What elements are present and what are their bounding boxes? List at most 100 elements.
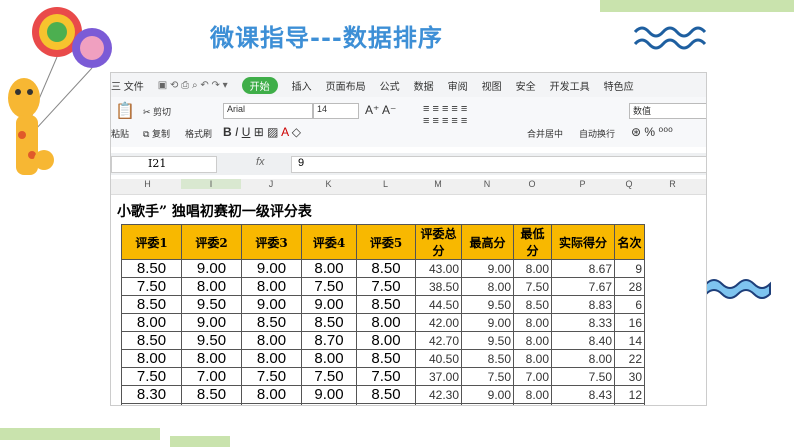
table-header-cell[interactable]: 实际得分 [551,224,615,260]
table-cell[interactable]: 9 [614,259,645,278]
paste-button[interactable]: 粘贴 [111,127,129,140]
table-cell[interactable]: 9.50 [461,331,514,350]
table-cell[interactable]: 8.00 [513,313,552,332]
table-cell[interactable]: 9.00 [241,295,302,314]
column-header[interactable]: L [356,179,415,189]
font-select[interactable]: Arial [223,103,313,119]
number-format-buttons[interactable]: ⊛ % ⁰⁰⁰ [631,125,673,139]
table-cell[interactable]: 7.50 [241,367,302,386]
table-cell[interactable]: 9.00 [461,385,514,404]
alignment-buttons[interactable]: ≡ ≡ ≡ ≡ ≡ ≡ ≡ ≡ ≡ ≡ [423,103,467,127]
name-box[interactable]: I21 [111,156,217,173]
tab-review[interactable]: 审阅 [448,78,468,93]
table-cell[interactable]: 8.50 [121,331,182,350]
table-cell[interactable]: 8.00 [241,331,302,350]
table-cell[interactable]: 8.50 [121,259,182,278]
cut-button[interactable]: ✂ 剪切 [143,105,171,118]
tab-security[interactable]: 安全 [516,78,536,93]
formula-input[interactable]: 9 [291,156,706,173]
column-header[interactable]: P [551,179,614,189]
table-cell[interactable]: 9.00 [461,259,514,278]
table-cell[interactable]: 7.50 [551,367,615,386]
font-size-select[interactable]: 14 [313,103,359,119]
tab-features[interactable]: 特色应 [604,78,634,93]
tab-view[interactable]: 视图 [482,78,502,93]
table-cell[interactable]: 28 [614,277,645,296]
table-cell[interactable]: 7.50 [356,367,416,386]
table-cell[interactable]: 43.60 [415,403,462,405]
table-cell[interactable]: 8.50 [241,313,302,332]
table-cell[interactable]: 9.00 [301,385,357,404]
table-cell[interactable]: 7.50 [356,277,416,296]
column-header[interactable]: I [181,179,241,189]
table-cell[interactable]: 7.50 [461,367,514,386]
table-cell[interactable]: 14 [614,331,645,350]
table-cell[interactable]: 6 [614,295,645,314]
table-cell[interactable]: 8.50 [513,403,552,405]
table-cell[interactable]: 42.00 [415,313,462,332]
tab-home[interactable]: 开始 [241,76,278,94]
table-cell[interactable]: 8.67 [551,259,615,278]
number-format-select[interactable]: 数值 [629,103,706,119]
table-cell[interactable]: 8.70 [551,403,615,405]
table-cell[interactable]: 40.50 [415,349,462,368]
table-cell[interactable]: 8.00 [461,277,514,296]
table-cell[interactable]: 38.50 [415,277,462,296]
quick-access-icons[interactable]: ▣ ⟲ ⎙ ⌕ ↶ ↷ ▾ [158,80,228,91]
merge-center-button[interactable]: 合并居中 [527,127,563,140]
table-header-cell[interactable]: 评委5 [356,224,416,260]
table-cell[interactable]: 8.00 [301,259,357,278]
table-cell[interactable]: 16 [614,313,645,332]
table-cell[interactable]: 9.00 [241,403,302,405]
table-cell[interactable]: 9.00 [241,259,302,278]
table-header-cell[interactable]: 评委总分 [415,224,462,260]
table-cell[interactable]: 9.00 [301,403,357,405]
table-cell[interactable]: 8.50 [356,295,416,314]
table-cell[interactable]: 44.50 [415,295,462,314]
table-cell[interactable]: 9.50 [461,295,514,314]
font-grow-shrink-buttons[interactable]: A⁺ A⁻ [365,103,396,117]
table-cell[interactable]: 22 [614,349,645,368]
column-header[interactable]: J [241,179,301,189]
table-cell[interactable]: 8.50 [301,313,357,332]
table-cell[interactable]: 8.00 [513,259,552,278]
table-cell[interactable]: 8.50 [356,385,416,404]
tab-page-layout[interactable]: 页面布局 [326,78,366,93]
column-header[interactable]: Q [614,179,644,189]
tab-data[interactable]: 数据 [414,78,434,93]
table-header-cell[interactable]: 评委4 [301,224,357,260]
table-cell[interactable]: 8.33 [551,313,615,332]
table-cell[interactable]: 8.50 [121,403,182,405]
table-cell[interactable]: 8.00 [551,349,615,368]
table-header-cell[interactable]: 评委3 [241,224,302,260]
paste-icon[interactable]: 📋 [115,101,135,121]
table-cell[interactable]: 8.50 [356,403,416,405]
table-header-cell[interactable]: 最高分 [461,224,514,260]
table-cell[interactable]: 9.50 [181,295,242,314]
table-header-cell[interactable]: 名次 [614,224,645,260]
table-cell[interactable]: 7.00 [513,367,552,386]
table-cell[interactable]: 42.70 [415,331,462,350]
table-cell[interactable]: 7.50 [121,367,182,386]
table-cell[interactable]: 8.00 [513,331,552,350]
table-cell[interactable]: 8.50 [181,385,242,404]
table-cell[interactable]: 8.50 [461,349,514,368]
column-header[interactable]: N [461,179,513,189]
table-cell[interactable]: 8.00 [181,277,242,296]
table-cell[interactable]: 9.00 [181,259,242,278]
table-cell[interactable]: 8.30 [121,385,182,404]
column-header[interactable]: M [415,179,461,189]
table-cell[interactable]: 8.50 [356,349,416,368]
table-cell[interactable]: 12 [614,385,645,404]
table-cell[interactable]: 8.50 [513,295,552,314]
column-header[interactable]: H [114,179,181,189]
column-header[interactable]: R [644,179,701,189]
tab-formulas[interactable]: 公式 [380,78,400,93]
table-cell[interactable]: 8.00 [181,349,242,368]
table-cell[interactable]: 7.50 [301,277,357,296]
table-cell[interactable]: 30 [614,367,645,386]
menu-file[interactable]: 三 文件 [111,78,144,93]
table-cell[interactable]: 42.30 [415,385,462,404]
table-header-cell[interactable]: 评委2 [181,224,242,260]
column-header[interactable]: K [301,179,356,189]
